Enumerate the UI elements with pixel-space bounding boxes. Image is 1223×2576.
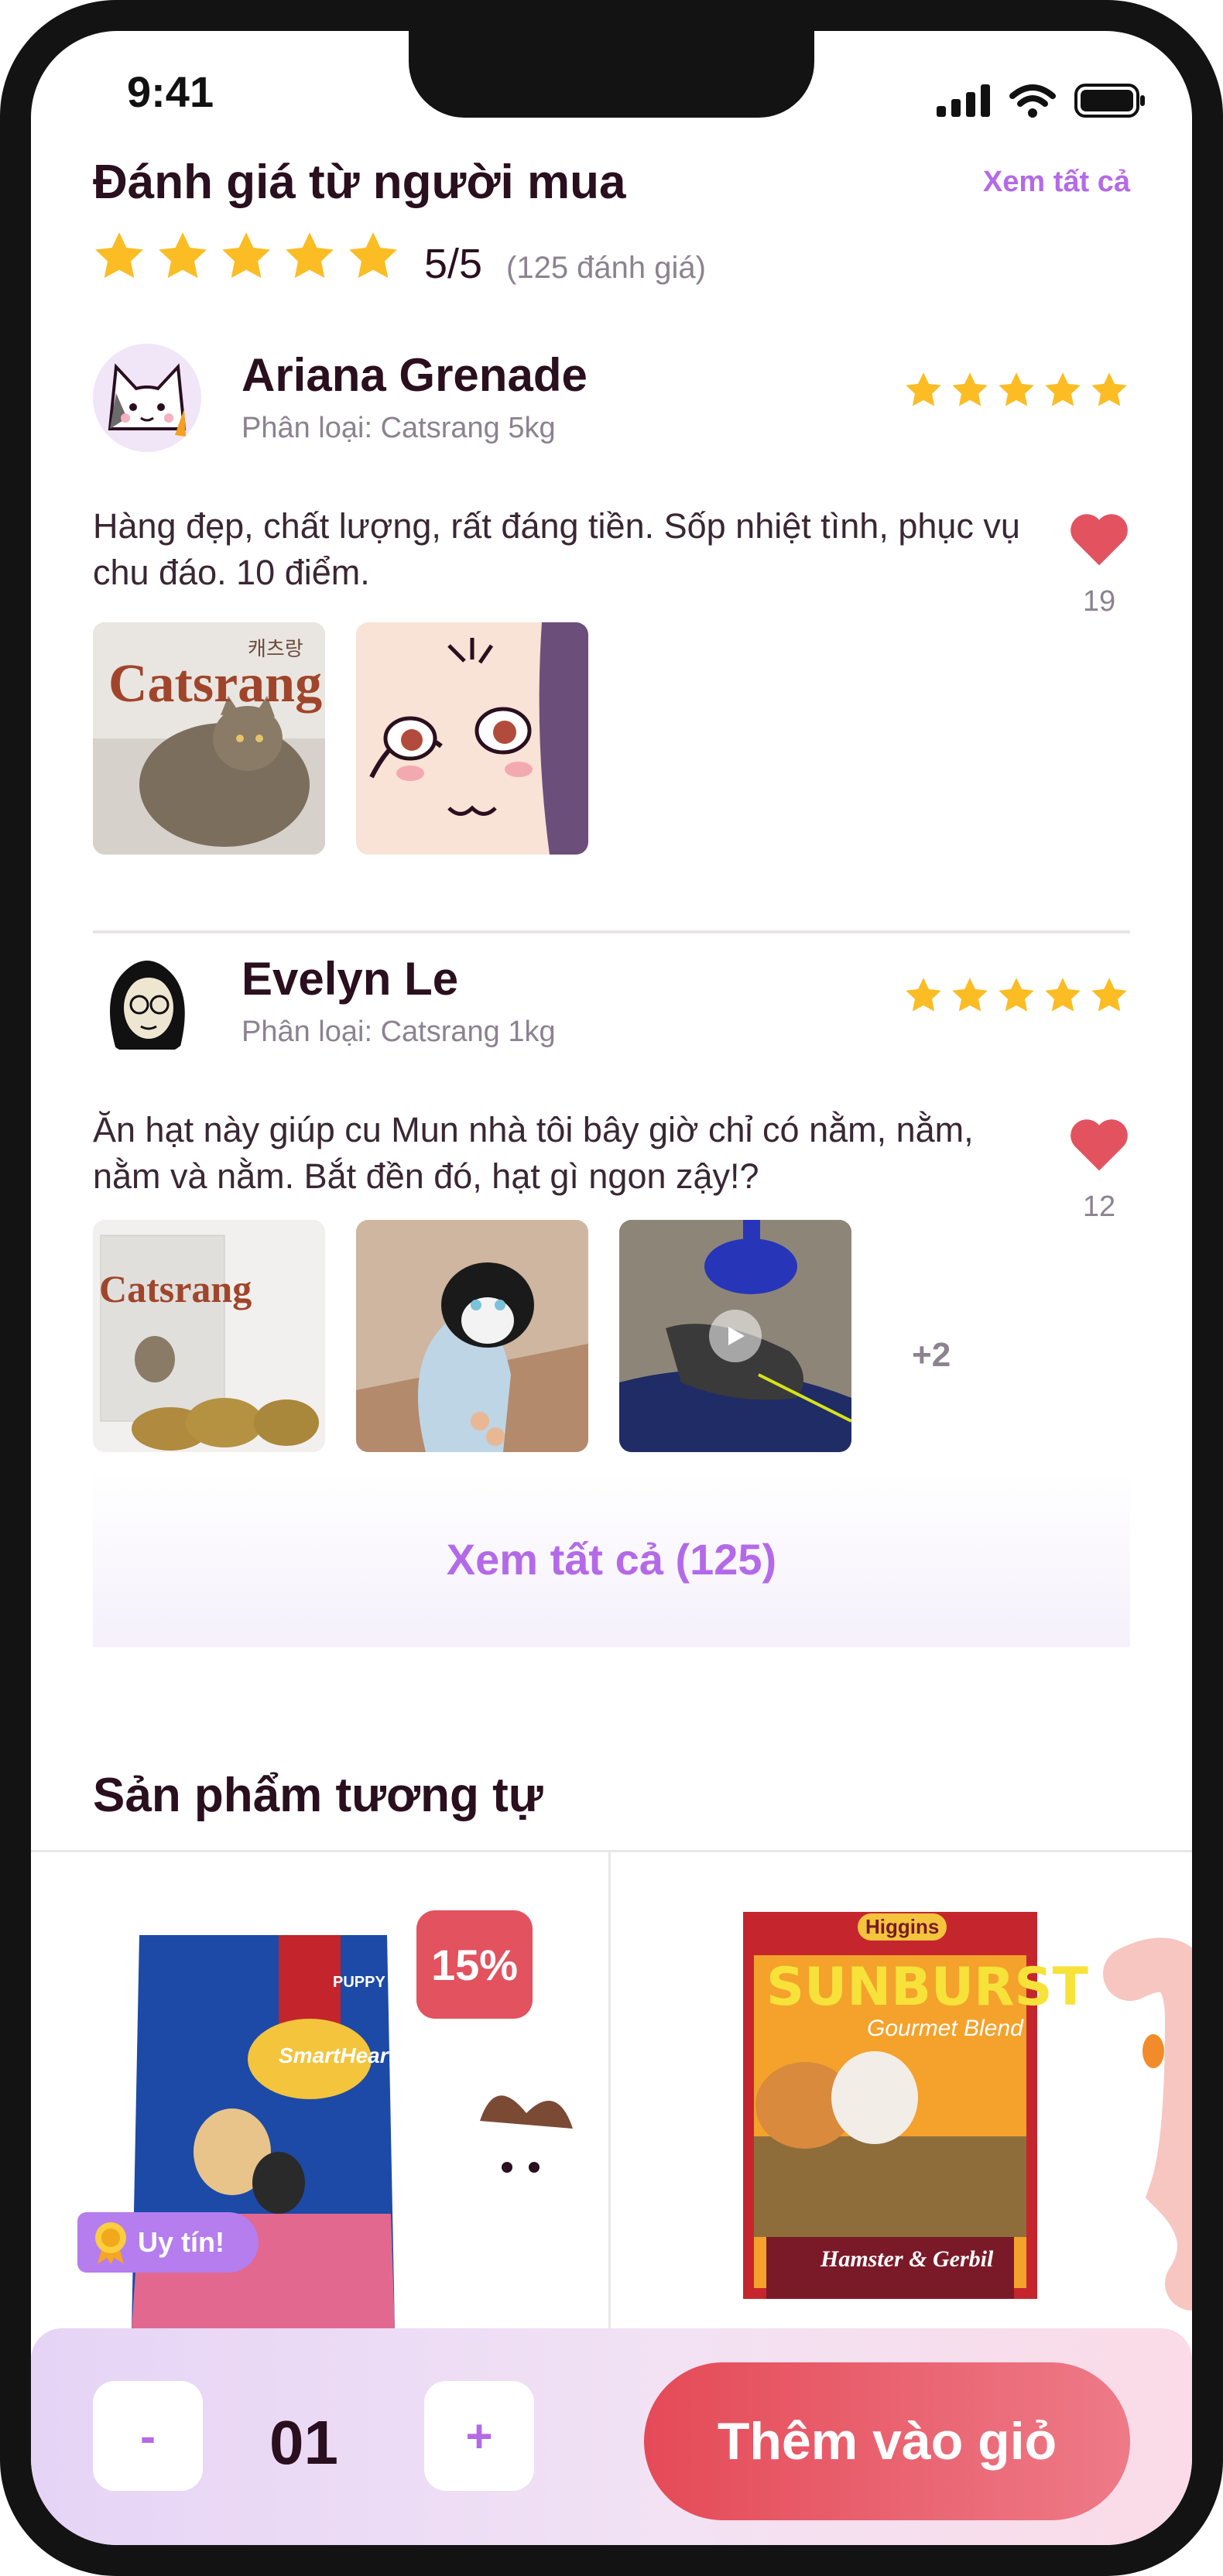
see-all-reviews-button[interactable]: Xem tất cả (125) [93, 1471, 1130, 1647]
star-icon [1091, 978, 1127, 1012]
cat-food-bags-photo [93, 1220, 325, 1452]
cat-avatar-icon [108, 363, 187, 437]
grid-divider [31, 1850, 1192, 1852]
medal-icon [95, 2222, 126, 2264]
catsrang-logo-text: Catsrang [99, 1267, 252, 1310]
review-count: (125 đánh giá) [506, 251, 706, 285]
overall-rating-stars [93, 231, 399, 282]
battery-icon [1074, 84, 1145, 118]
overall-rating-value: 5/5 [424, 241, 483, 287]
quantity-value: 01 [269, 2408, 338, 2477]
star-icon [906, 978, 941, 1012]
product-tag: PUPPY [333, 1974, 385, 1991]
star-icon [1045, 978, 1081, 1012]
like-count: 12 [1082, 1190, 1116, 1223]
like-button[interactable] [1068, 1116, 1130, 1176]
review-stars [904, 977, 1129, 1014]
heart-icon [1071, 514, 1128, 566]
wifi-icon [1009, 84, 1056, 118]
catsrang-korean-text: 캐츠랑 [248, 637, 303, 660]
review-divider [93, 930, 1130, 933]
product-name: SUNBURST [766, 1957, 1088, 2018]
review-stars [904, 372, 1129, 409]
product-card[interactable]: Higgins SUNBURST Gourmet Blend Hamster &… [743, 1912, 1192, 2330]
product-label: Hamster & Gerbil [820, 2246, 994, 2272]
play-icon[interactable] [709, 1310, 762, 1362]
play-triangle-icon [728, 1327, 745, 1345]
star-icon [159, 232, 207, 279]
anime-face-photo [356, 622, 588, 855]
like-count: 19 [1082, 585, 1116, 618]
heart-icon [1071, 1119, 1128, 1171]
review-photo[interactable] [356, 1220, 588, 1452]
review-photo[interactable]: Catsrang [93, 1220, 325, 1452]
star-icon [906, 372, 941, 406]
phone-frame: 9:41 Đánh giá từ người mua Xem tất cả 5/… [0, 0, 1223, 2576]
add-to-cart-button[interactable]: Thêm vào giỏ [644, 2362, 1130, 2520]
review-video[interactable] [619, 1220, 851, 1452]
star-icon [95, 232, 143, 279]
star-icon [999, 978, 1034, 1012]
product-subname: Gourmet Blend [867, 2016, 1023, 2041]
star-icon [952, 372, 988, 406]
catsrang-logo-text: Catsrang [108, 654, 323, 714]
discount-badge: 15% [416, 1910, 533, 2019]
review-text: Hàng đẹp, chất lượng, rất đáng tiền. Sốp… [93, 506, 1020, 592]
woman-avatar-icon [110, 961, 185, 1050]
reviewer-name: Ariana Grenade [242, 349, 588, 401]
like-button[interactable] [1068, 511, 1130, 570]
see-all-reviews-link[interactable]: Xem tất cả [983, 166, 1130, 199]
reviewer-variant: Phân loại: Catsrang 1kg [242, 1016, 556, 1048]
review-text: Ăn hạt này giúp cu Mun nhà tôi bây giờ c… [93, 1110, 974, 1196]
product-brand: SmartHeart [279, 2043, 396, 2067]
star-icon [222, 232, 270, 279]
star-icon [999, 372, 1034, 406]
reviewer-variant: Phân loại: Catsrang 5kg [242, 412, 556, 444]
screen: 9:41 Đánh giá từ người mua Xem tất cả 5/… [31, 31, 1192, 2545]
decrease-quantity-button[interactable]: - [93, 2381, 203, 2491]
similar-products-title: Sản phẩm tương tự [93, 1769, 543, 1822]
more-media-count[interactable]: +2 [912, 1336, 951, 1375]
cat-in-sweater-photo [356, 1220, 588, 1452]
reviews-title: Đánh giá từ người mua [93, 156, 626, 209]
review-photo[interactable] [356, 622, 588, 855]
signal-icon [937, 84, 990, 117]
trust-badge-label: Uy tín! [138, 2226, 224, 2258]
reviewer-name: Evelyn Le [242, 953, 459, 1005]
star-icon [286, 232, 334, 279]
increase-quantity-button[interactable]: + [424, 2381, 534, 2491]
star-icon [1091, 372, 1127, 406]
trust-badge: Uy tín! [77, 2212, 259, 2273]
avatar[interactable] [93, 344, 201, 452]
status-time: 9:41 [127, 67, 214, 116]
status-icons [937, 84, 1146, 118]
product-brand: Higgins [858, 1913, 947, 1941]
star-icon [349, 232, 397, 279]
star-icon [952, 978, 988, 1012]
grid-divider [608, 1850, 611, 2330]
star-icon [1045, 372, 1081, 406]
avatar[interactable] [93, 949, 201, 1057]
review-photo[interactable]: Catsrang 캐츠랑 [93, 622, 325, 855]
notch [409, 31, 814, 118]
